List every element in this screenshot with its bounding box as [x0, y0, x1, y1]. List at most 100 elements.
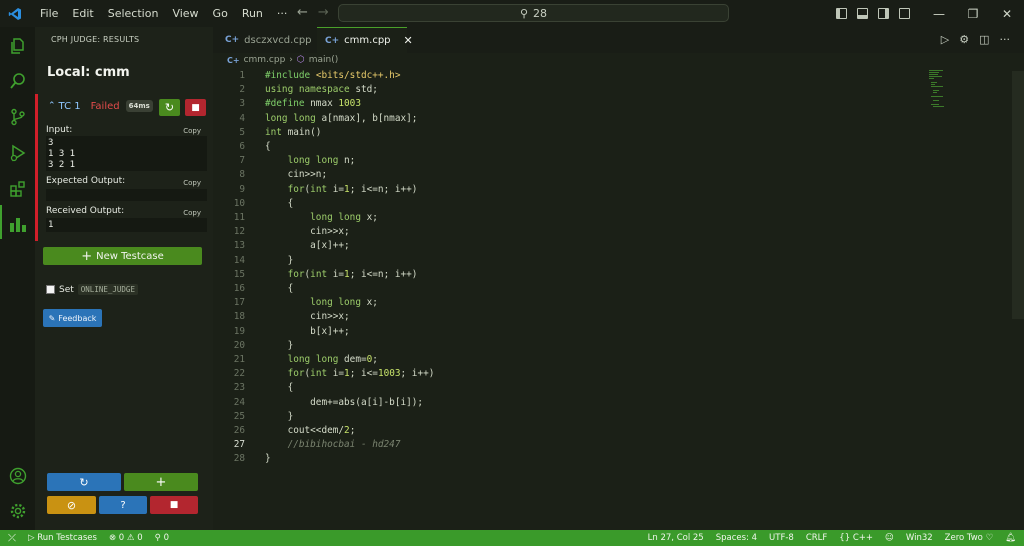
- expected-output-textarea[interactable]: [46, 189, 207, 201]
- menu-file[interactable]: File: [33, 0, 65, 27]
- forward-arrow-icon[interactable]: →: [318, 5, 329, 20]
- minimap[interactable]: [928, 69, 954, 109]
- input-textarea[interactable]: 3 1 3 1 3 2 1: [46, 136, 207, 171]
- code-line[interactable]: 6{: [213, 140, 933, 154]
- menu-selection[interactable]: Selection: [101, 0, 166, 27]
- run-code-icon[interactable]: ▷: [941, 33, 949, 46]
- copy-received-button[interactable]: Copy: [183, 209, 201, 217]
- account-icon[interactable]: [8, 466, 27, 485]
- warning-count: 0: [137, 533, 143, 543]
- toggle-secondary-sidebar-icon[interactable]: [878, 8, 889, 19]
- extensions-icon[interactable]: [8, 179, 27, 198]
- run-debug-icon[interactable]: [8, 143, 27, 162]
- code-line[interactable]: 11 long long x;: [213, 211, 933, 225]
- line-number: 24: [233, 396, 245, 408]
- back-arrow-icon[interactable]: ←: [297, 5, 308, 20]
- code-line[interactable]: 8 cin>>n;: [213, 168, 933, 182]
- ports-item[interactable]: ⚲ 0: [155, 533, 169, 543]
- menu-edit[interactable]: Edit: [65, 0, 100, 27]
- code-line[interactable]: 4 long long a[nmax], b[nmax];: [213, 112, 933, 126]
- code-line[interactable]: 26 cout<<dem/2;: [213, 424, 933, 438]
- menu-run[interactable]: Run: [235, 0, 270, 27]
- code-line[interactable]: 1 #include <bits/stdc++.h>: [213, 69, 933, 83]
- indentation[interactable]: Spaces: 4: [716, 533, 757, 543]
- tab-cmm[interactable]: C+ cmm.cpp ✕: [317, 27, 413, 53]
- rerun-testcase-button[interactable]: ↻: [159, 99, 180, 116]
- online-judge-checkbox[interactable]: [46, 285, 55, 294]
- settings-gear-icon[interactable]: [8, 501, 27, 520]
- new-testcase-button[interactable]: + New Testcase: [43, 247, 202, 265]
- search-view-icon[interactable]: [8, 71, 27, 90]
- editor-scrollbar[interactable]: [1012, 71, 1024, 319]
- copilot-icon[interactable]: ☺: [885, 533, 894, 543]
- menu-view[interactable]: View: [165, 0, 205, 27]
- code-line[interactable]: 22 for(int i=1; i<=1003; i++): [213, 367, 933, 381]
- notifications-bell-icon[interactable]: 🔔︎: [1005, 533, 1016, 543]
- code-line[interactable]: 13 a[x]++;: [213, 239, 933, 253]
- menu-more[interactable]: ···: [270, 0, 295, 27]
- problems-item[interactable]: ⊗ 0 ⚠ 0: [109, 533, 143, 543]
- feedback-button[interactable]: ✎ Feedback: [43, 309, 102, 327]
- code-line[interactable]: 10 {: [213, 197, 933, 211]
- customize-layout-icon[interactable]: [899, 8, 910, 19]
- remote-icon[interactable]: ⤫: [8, 533, 16, 544]
- code-line[interactable]: 16 {: [213, 282, 933, 296]
- add-testcase-button[interactable]: +: [124, 473, 198, 491]
- code-line[interactable]: 21 long long dem=0;: [213, 353, 933, 367]
- help-button[interactable]: ?: [99, 496, 147, 514]
- tab-dsczxvcd[interactable]: C+ dsczxvcd.cpp: [217, 27, 320, 53]
- split-editor-icon[interactable]: ◫: [979, 33, 989, 46]
- more-actions-icon[interactable]: ···: [1000, 33, 1011, 46]
- code-line[interactable]: 7 long long n;: [213, 154, 933, 168]
- copy-expected-button[interactable]: Copy: [183, 179, 201, 187]
- breadcrumb-symbol[interactable]: main(): [309, 55, 339, 65]
- code-line[interactable]: 9 for(int i=1; i<=n; i++): [213, 183, 933, 197]
- line-number: 20: [233, 339, 245, 351]
- run-testcases-item[interactable]: ▷ Run Testcases: [28, 533, 97, 543]
- source-control-icon[interactable]: [8, 107, 27, 126]
- code-line[interactable]: 25 }: [213, 410, 933, 424]
- code-line[interactable]: 27 //bibihocbai - hd247: [213, 438, 933, 452]
- code-line[interactable]: 15 for(int i=1; i<=n; i++): [213, 268, 933, 282]
- minimize-button[interactable]: —: [922, 7, 956, 21]
- code-line[interactable]: 23 {: [213, 381, 933, 395]
- theme-label: Zero Two: [944, 533, 983, 543]
- delete-testcase-button[interactable]: ■: [185, 99, 206, 116]
- language-mode[interactable]: {} C++: [839, 533, 873, 543]
- platform[interactable]: Win32: [906, 533, 933, 543]
- line-number: 14: [233, 254, 245, 266]
- code-line[interactable]: 19 b[x]++;: [213, 325, 933, 339]
- breadcrumb-file[interactable]: cmm.cpp: [244, 55, 286, 65]
- testcase-name[interactable]: TC 1: [59, 101, 81, 112]
- stop-button[interactable]: ⊘: [47, 496, 96, 514]
- code-line[interactable]: 3 #define nmax 1003: [213, 97, 933, 111]
- code-line[interactable]: 28}: [213, 452, 933, 466]
- code-line[interactable]: 18 cin>>x;: [213, 310, 933, 324]
- toggle-panel-icon[interactable]: [857, 8, 868, 19]
- cph-judge-icon[interactable]: [8, 214, 27, 233]
- code-line[interactable]: 12 cin>>x;: [213, 225, 933, 239]
- theme-item[interactable]: Zero Two ♡: [945, 533, 994, 543]
- line-ending[interactable]: CRLF: [806, 533, 827, 543]
- command-center-search[interactable]: ⚲ 28: [338, 4, 729, 22]
- code-text: #define nmax 1003: [265, 98, 361, 110]
- rerun-all-button[interactable]: ↻: [47, 473, 121, 491]
- code-line[interactable]: 14 }: [213, 254, 933, 268]
- settings-gear-small-icon[interactable]: ⚙: [959, 33, 969, 46]
- code-line[interactable]: 5 int main(): [213, 126, 933, 140]
- copy-input-button[interactable]: Copy: [183, 127, 201, 135]
- explorer-icon[interactable]: [8, 36, 27, 55]
- code-line[interactable]: 24 dem+=abs(a[i]-b[i]);: [213, 396, 933, 410]
- delete-all-button[interactable]: ■: [150, 496, 198, 514]
- close-window-button[interactable]: ✕: [990, 7, 1024, 21]
- code-line[interactable]: 2 using namespace std;: [213, 83, 933, 97]
- close-tab-icon[interactable]: ✕: [404, 34, 413, 47]
- cursor-position[interactable]: Ln 27, Col 25: [648, 533, 704, 543]
- collapse-chevron-icon[interactable]: ⌃: [48, 101, 56, 111]
- menu-go[interactable]: Go: [206, 0, 235, 27]
- code-line[interactable]: 17 long long x;: [213, 296, 933, 310]
- restore-button[interactable]: ❐: [956, 7, 990, 21]
- code-line[interactable]: 20 }: [213, 339, 933, 353]
- toggle-sidebar-icon[interactable]: [836, 8, 847, 19]
- encoding[interactable]: UTF-8: [769, 533, 794, 543]
